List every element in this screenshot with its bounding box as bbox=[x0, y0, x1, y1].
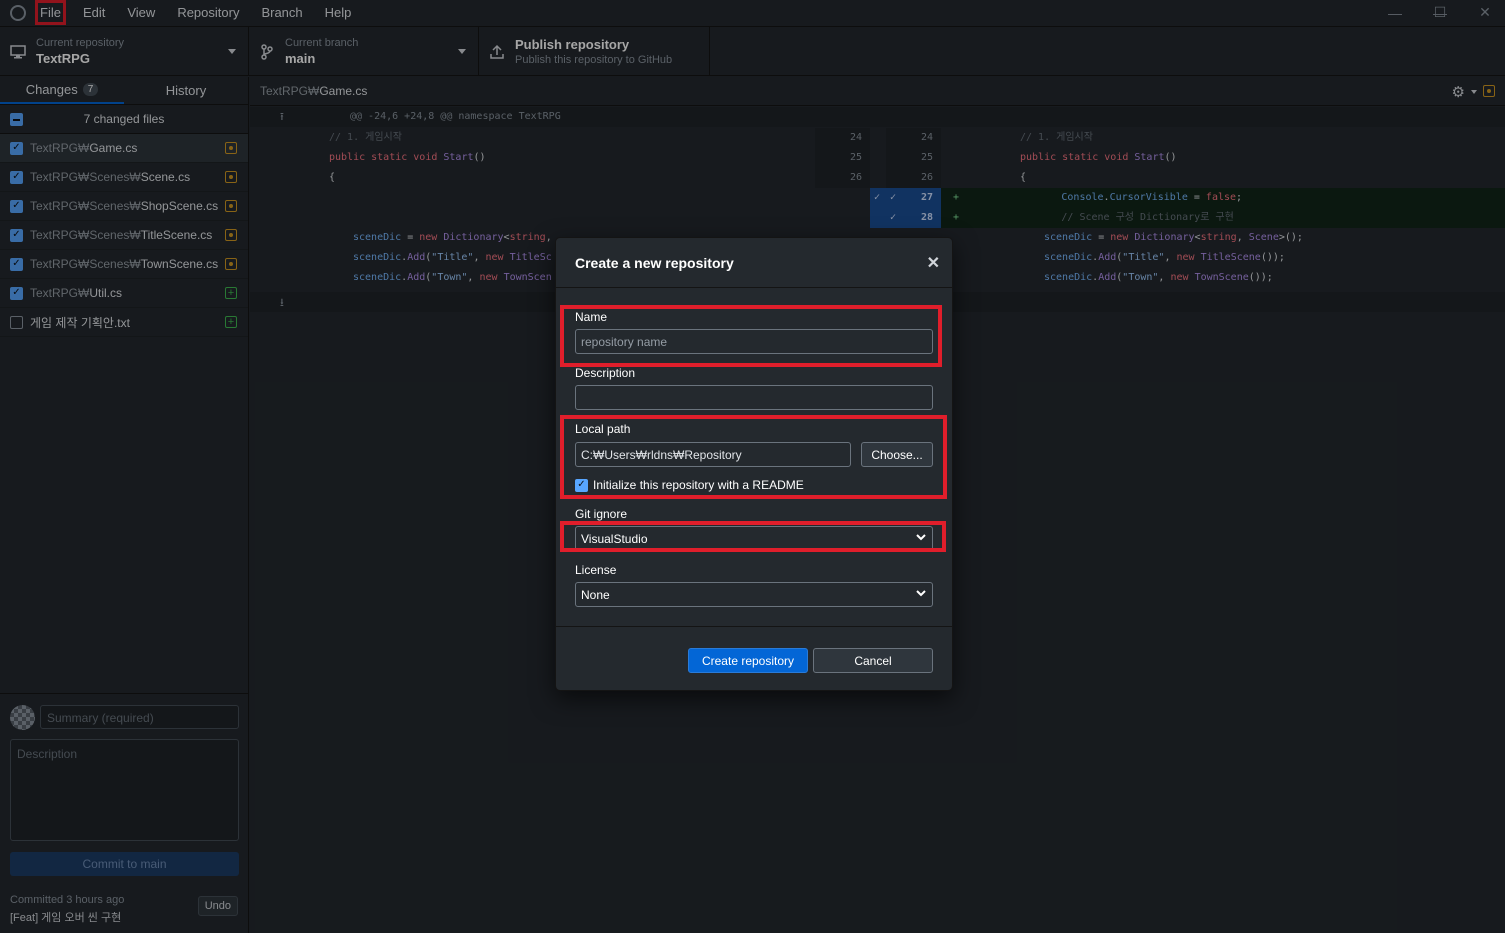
gitignore-label: Git ignore bbox=[575, 507, 628, 521]
gitignore-select[interactable]: VisualStudio bbox=[575, 526, 933, 551]
readme-option[interactable]: ✓ Initialize this repository with a READ… bbox=[575, 478, 804, 492]
license-select[interactable]: None bbox=[575, 582, 933, 607]
name-label: Name bbox=[575, 310, 608, 324]
chevron-down-icon bbox=[916, 533, 926, 544]
create-repository-dialog: Create a new repository ✕ Name repositor… bbox=[555, 237, 953, 691]
close-icon[interactable]: ✕ bbox=[927, 253, 940, 273]
local-path-input[interactable]: C:₩Users₩rldns₩Repository bbox=[575, 442, 851, 467]
dialog-footer: Create repository Cancel bbox=[556, 626, 952, 691]
chevron-down-icon bbox=[916, 589, 926, 600]
description-label: Description bbox=[575, 366, 636, 380]
readme-label: Initialize this repository with a README bbox=[593, 478, 804, 492]
repository-name-input[interactable]: repository name bbox=[575, 329, 933, 354]
dialog-header: Create a new repository ✕ bbox=[556, 238, 952, 288]
license-label: License bbox=[575, 563, 617, 577]
description-input[interactable] bbox=[575, 385, 933, 410]
dialog-title: Create a new repository bbox=[575, 254, 734, 271]
local-path-label: Local path bbox=[575, 422, 631, 436]
create-repository-button[interactable]: Create repository bbox=[688, 648, 808, 673]
cancel-button[interactable]: Cancel bbox=[813, 648, 933, 673]
readme-checkbox[interactable]: ✓ bbox=[575, 478, 588, 492]
choose-button[interactable]: Choose... bbox=[861, 442, 933, 467]
